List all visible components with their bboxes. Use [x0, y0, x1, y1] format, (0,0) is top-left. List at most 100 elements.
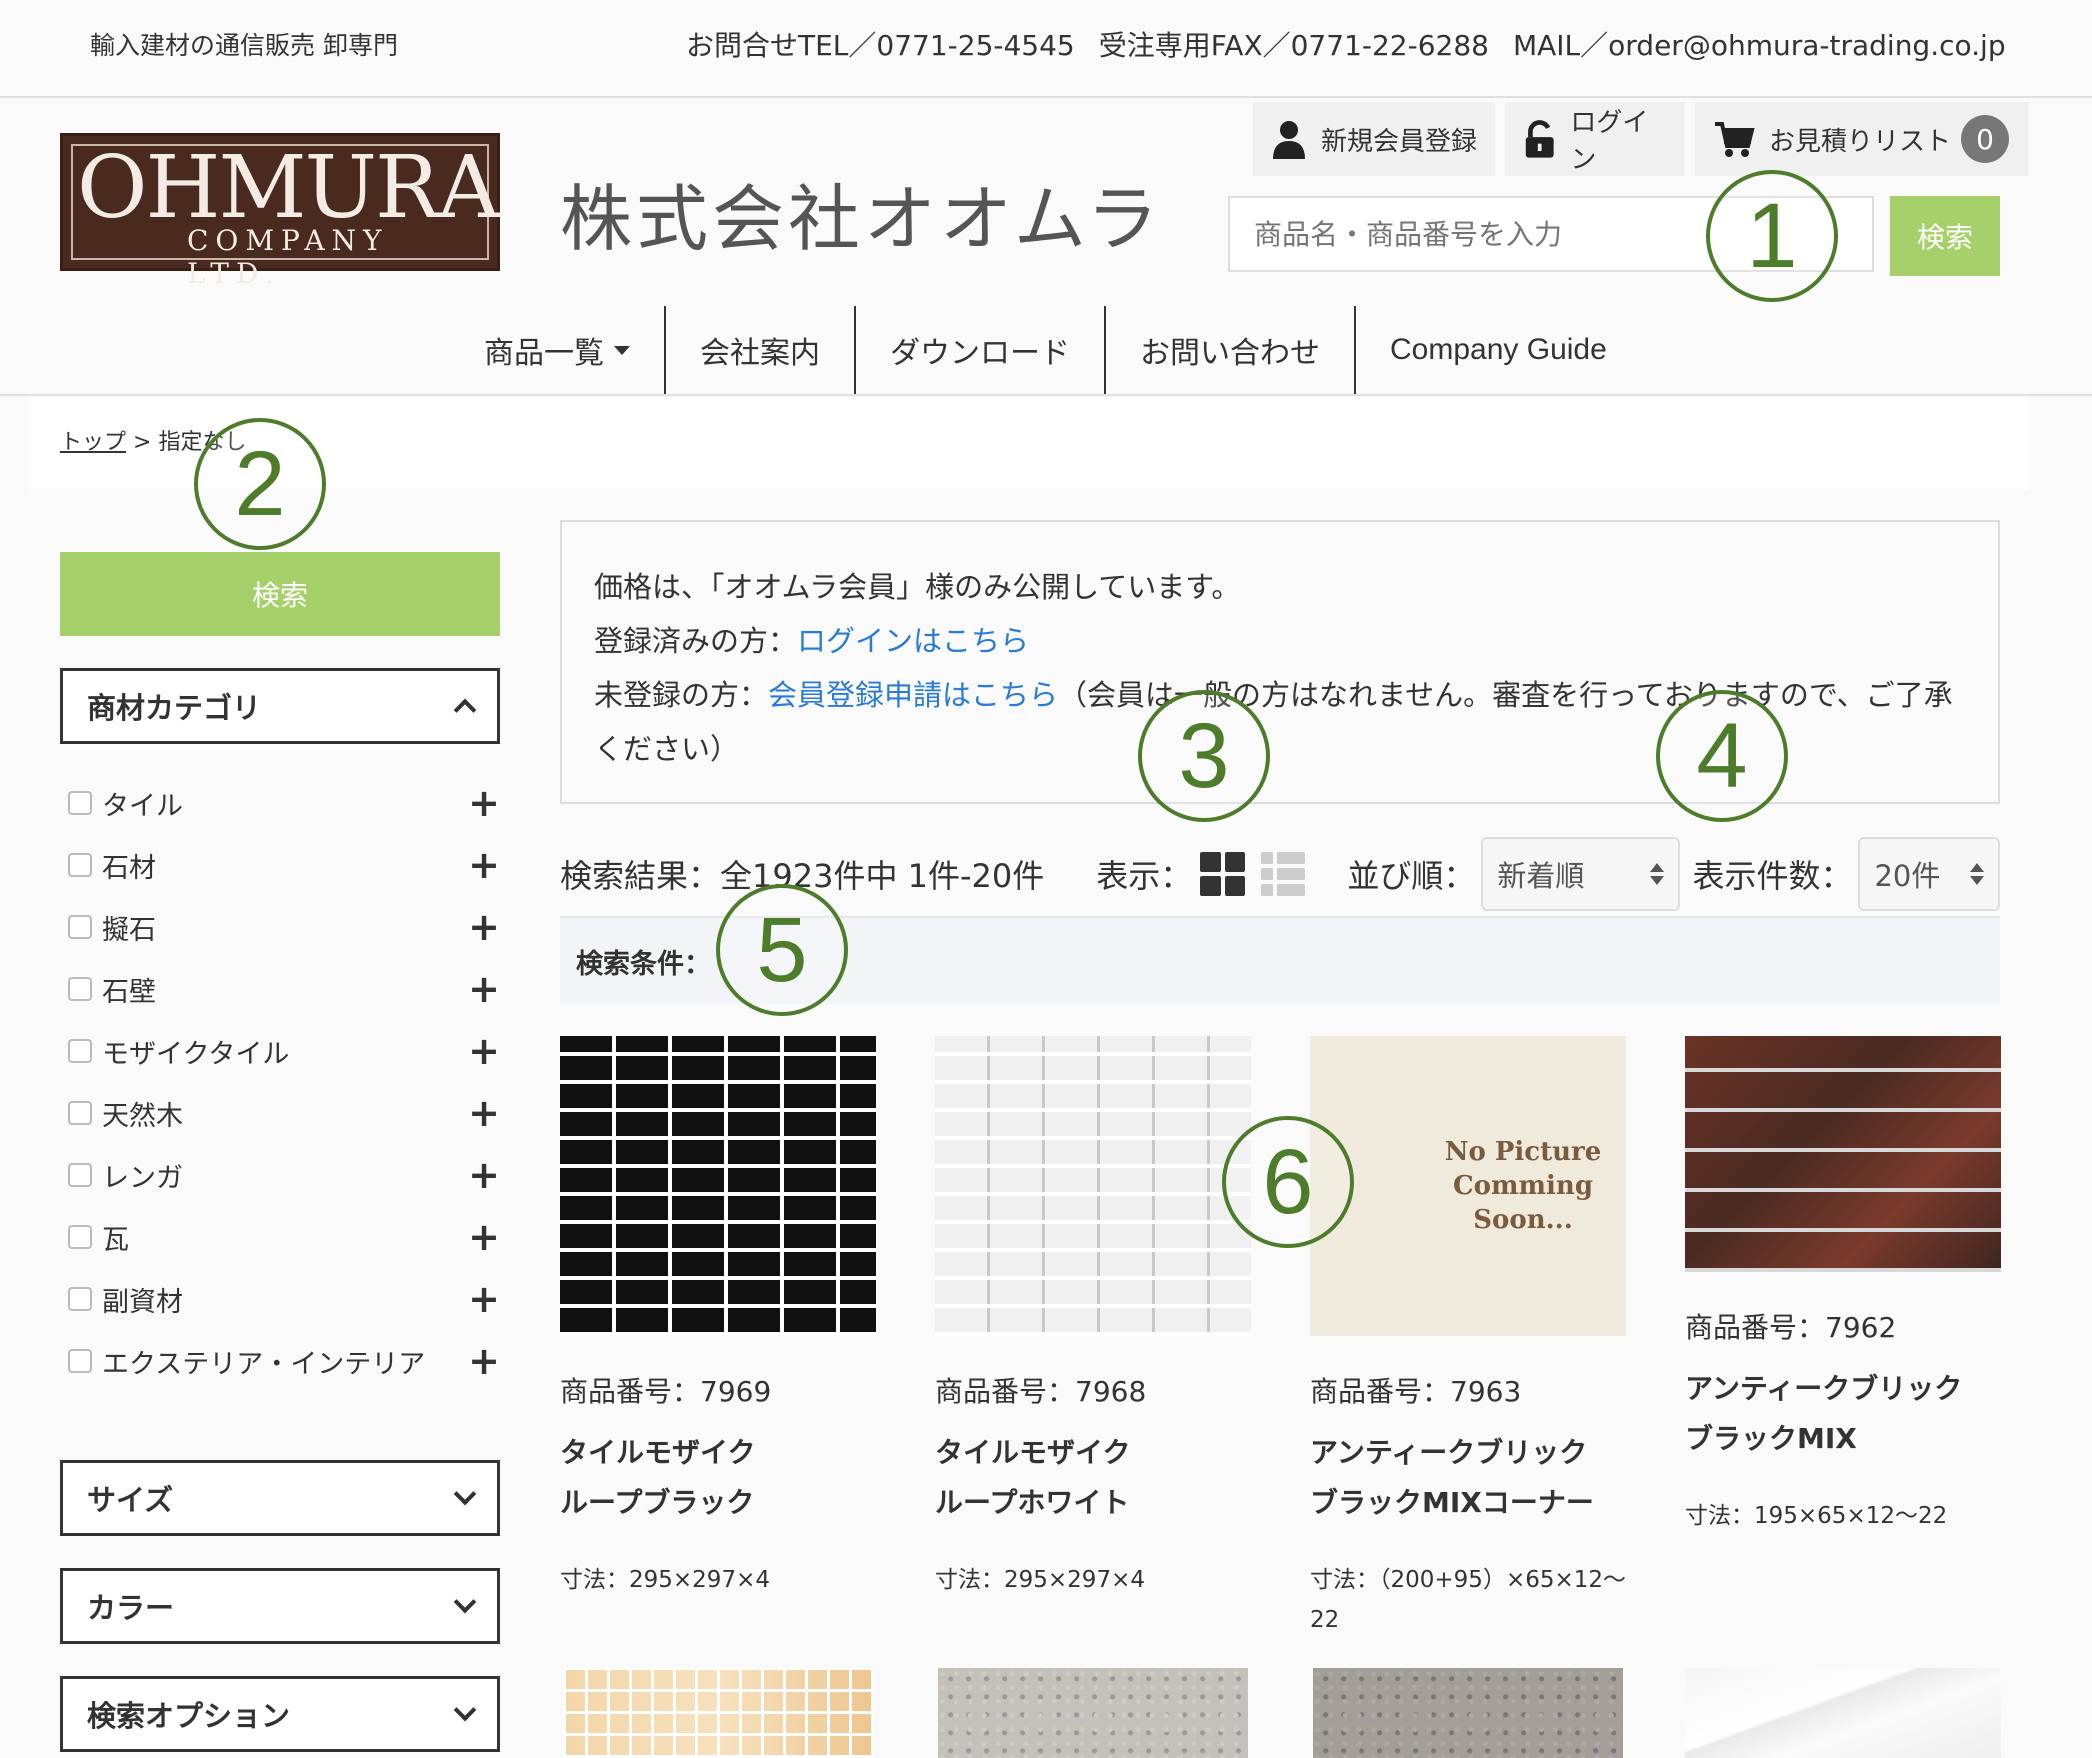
- category-checkbox[interactable]: [68, 1225, 92, 1249]
- count-label: 表示件数：: [1692, 857, 1853, 895]
- product-dimension: 寸法：295×297×4: [560, 1567, 770, 1593]
- grid-view-icon[interactable]: [1200, 852, 1245, 896]
- annotation-marker-6: 6: [1222, 1116, 1354, 1248]
- category-item: エクステリア・インテリア +: [68, 1330, 500, 1392]
- category-checkbox[interactable]: [68, 1101, 92, 1125]
- product-image[interactable]: [560, 1036, 876, 1336]
- product-card[interactable]: 商品番号：7968 タイルモザイク ループホワイト 寸法：295×297×4: [935, 1036, 1251, 1600]
- plus-icon[interactable]: +: [468, 1218, 500, 1256]
- category-checkbox[interactable]: [68, 1287, 92, 1311]
- category-checkbox[interactable]: [68, 915, 92, 939]
- register-button[interactable]: 新規会員登録: [1253, 102, 1495, 176]
- category-label[interactable]: 石壁: [102, 970, 468, 1009]
- apply-link[interactable]: 会員登録申請はこちら: [768, 678, 1058, 712]
- sidebar-search-button[interactable]: 検索: [60, 552, 500, 636]
- category-item: レンガ +: [68, 1144, 500, 1206]
- category-label[interactable]: 天然木: [102, 1094, 468, 1133]
- category-label[interactable]: 石材: [102, 846, 468, 885]
- product-image[interactable]: [1685, 1668, 2001, 1758]
- category-label[interactable]: モザイクタイル: [102, 1032, 468, 1071]
- per-page-value: 20件: [1874, 859, 1941, 893]
- plus-icon[interactable]: +: [468, 970, 500, 1008]
- chevron-down-icon: [453, 1698, 477, 1722]
- product-card[interactable]: No Picture Comming Soon... 商品番号：7963 アンティ…: [1310, 1036, 1626, 1640]
- plus-icon[interactable]: +: [468, 1156, 500, 1194]
- product-image-placeholder[interactable]: No Picture Comming Soon...: [1310, 1036, 1626, 1336]
- nav-company[interactable]: 会社案内: [666, 306, 856, 394]
- product-name[interactable]: アンティークブリック ブラックMIX: [1685, 1364, 2001, 1464]
- unlock-icon: [1525, 120, 1554, 158]
- product-name-line: アンティークブリック: [1310, 1436, 1588, 1469]
- product-name[interactable]: タイルモザイク ループホワイト: [935, 1428, 1251, 1528]
- size-panel-header[interactable]: サイズ: [60, 1460, 500, 1536]
- product-number: 商品番号：7968: [935, 1375, 1147, 1408]
- product-card[interactable]: 商品番号：7969 タイルモザイク ループブラック 寸法：295×297×4: [560, 1036, 876, 1600]
- site-logo[interactable]: OHMURA COMPANY LTD.: [60, 133, 500, 290]
- product-number: 商品番号：7963: [1310, 1375, 1522, 1408]
- notice-line: 価格は、「オオムラ会員」様のみ公開しています。: [594, 570, 1241, 604]
- plus-icon[interactable]: +: [468, 1032, 500, 1070]
- search-button[interactable]: 検索: [1890, 196, 2000, 276]
- product-name[interactable]: アンティークブリック ブラックMIXコーナー: [1310, 1428, 1626, 1528]
- category-panel-header[interactable]: 商材カテゴリ: [60, 668, 500, 744]
- nav-products[interactable]: 商品一覧: [450, 306, 666, 394]
- product-image[interactable]: [1685, 1036, 2001, 1272]
- category-checkbox[interactable]: [68, 791, 92, 815]
- product-card[interactable]: 商品番号：7962 アンティークブリック ブラックMIX 寸法：195×65×12…: [1685, 1036, 2001, 1536]
- main-nav: 商品一覧 会社案内 ダウンロード お問い合わせ Company Guide: [450, 306, 1641, 394]
- category-label[interactable]: 擬石: [102, 908, 468, 947]
- annotation-marker-1: 1: [1706, 170, 1838, 302]
- plus-icon[interactable]: +: [468, 1342, 500, 1380]
- list-view-icon[interactable]: [1260, 852, 1306, 896]
- category-item: 擬石 +: [68, 896, 500, 958]
- product-name[interactable]: タイルモザイク ループブラック: [560, 1428, 876, 1528]
- product-dimension: 寸法：295×297×4: [935, 1567, 1145, 1593]
- nav-products-label: 商品一覧: [484, 336, 604, 371]
- category-checkbox[interactable]: [68, 1163, 92, 1187]
- color-panel-title: カラー: [87, 1591, 175, 1625]
- user-icon: [1273, 121, 1305, 159]
- category-label[interactable]: 副資材: [102, 1280, 468, 1319]
- login-link[interactable]: ログインはこちら: [797, 624, 1029, 658]
- caret-down-icon: [614, 345, 630, 355]
- contact-fax: 受注専用FAX／0771-22-6288: [1098, 29, 1489, 62]
- category-label[interactable]: レンガ: [102, 1156, 468, 1195]
- category-list: タイル + 石材 + 擬石 + 石壁 + モザイクタイル + 天然木 + レンガ + 瓦 + 副…: [68, 772, 500, 1392]
- plus-icon[interactable]: +: [468, 1094, 500, 1132]
- plus-icon[interactable]: +: [468, 846, 500, 884]
- product-number: 商品番号：7969: [560, 1375, 772, 1408]
- plus-icon[interactable]: +: [468, 784, 500, 822]
- category-checkbox[interactable]: [68, 853, 92, 877]
- product-image[interactable]: [563, 1668, 873, 1758]
- sort-select[interactable]: 新着順: [1481, 837, 1681, 911]
- category-checkbox[interactable]: [68, 1039, 92, 1063]
- product-dimension: 寸法：（200+95）×65×12〜22: [1310, 1567, 1627, 1633]
- nav-company-guide[interactable]: Company Guide: [1356, 306, 1641, 394]
- quote-count-badge: 0: [1961, 115, 2010, 163]
- product-name-line: タイルモザイク: [560, 1436, 756, 1469]
- breadcrumb-home-link[interactable]: トップ: [60, 430, 126, 455]
- category-label[interactable]: タイル: [102, 784, 468, 823]
- product-name-line: ブラックMIXコーナー: [1310, 1486, 1594, 1519]
- product-image[interactable]: [1313, 1668, 1623, 1758]
- contact-mail[interactable]: MAIL／order@ohmura-trading.co.jp: [1513, 29, 2006, 62]
- nav-download[interactable]: ダウンロード: [856, 306, 1106, 394]
- quote-list-button[interactable]: お見積りリスト 0: [1695, 102, 2029, 176]
- plus-icon[interactable]: +: [468, 908, 500, 946]
- category-item: 副資材 +: [68, 1268, 500, 1330]
- login-button[interactable]: ログイン: [1505, 102, 1685, 176]
- product-image[interactable]: [938, 1668, 1248, 1758]
- product-image[interactable]: [935, 1036, 1251, 1336]
- color-panel-header[interactable]: カラー: [60, 1568, 500, 1644]
- category-checkbox[interactable]: [68, 1349, 92, 1373]
- category-item: モザイクタイル +: [68, 1020, 500, 1082]
- nav-contact[interactable]: お問い合わせ: [1106, 306, 1356, 394]
- category-checkbox[interactable]: [68, 977, 92, 1001]
- category-label[interactable]: エクステリア・インテリア: [102, 1342, 468, 1381]
- per-page-select[interactable]: 20件: [1858, 837, 2000, 911]
- breadcrumb-separator: >: [133, 430, 152, 455]
- plus-icon[interactable]: +: [468, 1280, 500, 1318]
- contact-tel: お問合せTEL／0771-25-4545: [686, 29, 1075, 62]
- category-label[interactable]: 瓦: [102, 1218, 468, 1257]
- option-panel-header[interactable]: 検索オプション: [60, 1676, 500, 1752]
